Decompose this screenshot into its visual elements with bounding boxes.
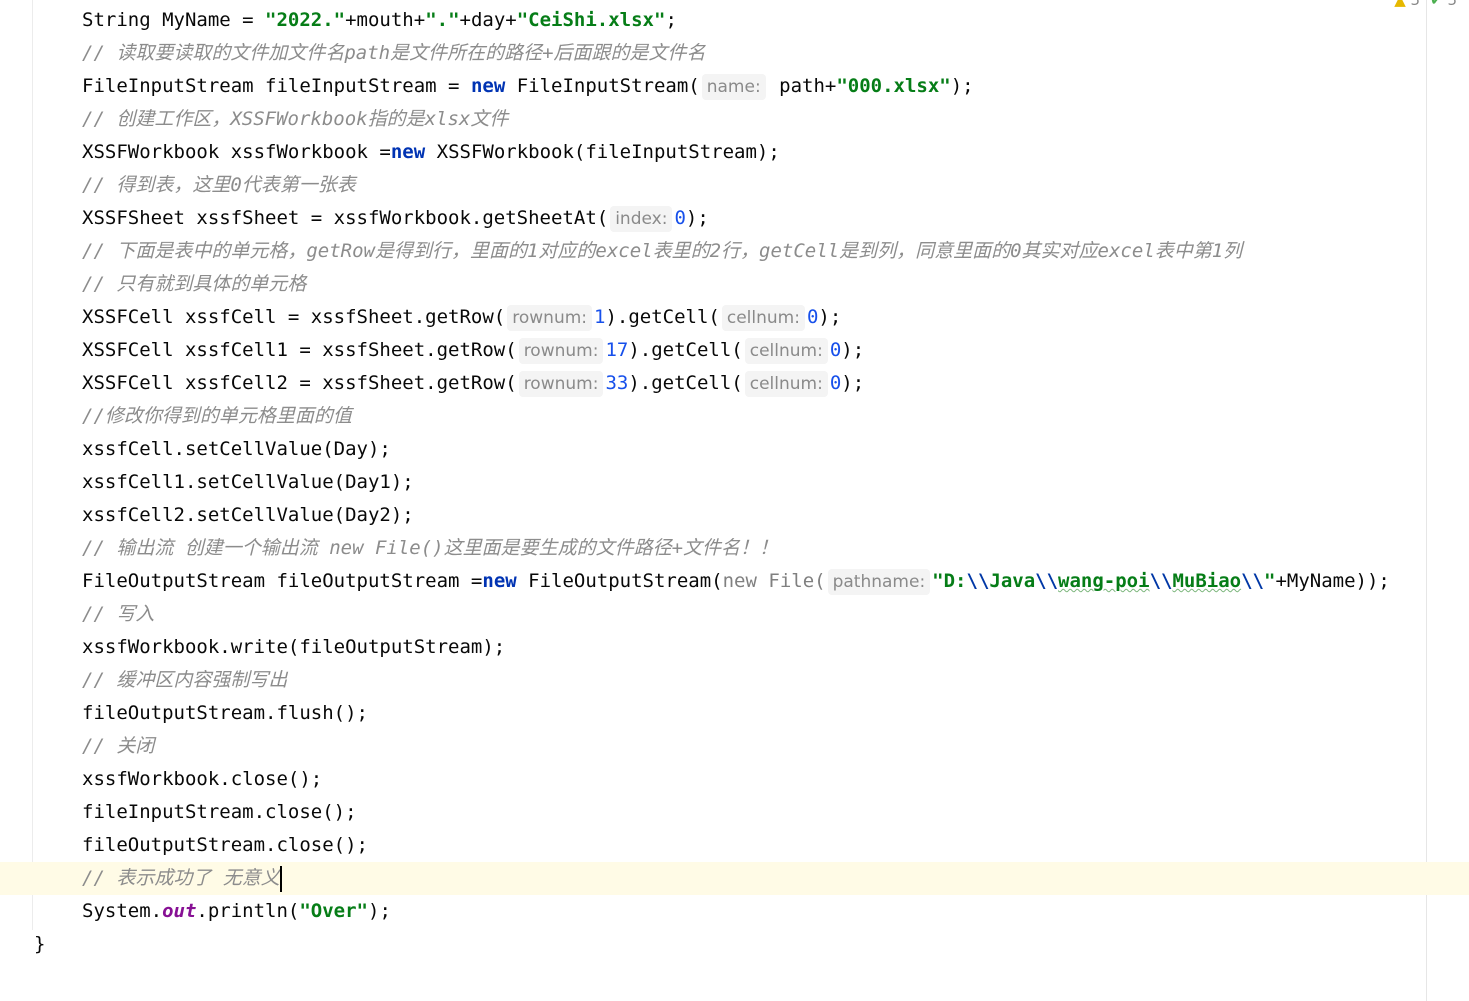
code-line[interactable]: XSSFWorkbook xssfWorkbook =new XSSFWorkb…: [0, 136, 1469, 169]
parameter-hint: index:: [610, 206, 673, 232]
code-line[interactable]: FileInputStream fileInputStream = new Fi…: [0, 70, 1469, 103]
parameter-hint: rownum:: [518, 371, 604, 397]
parameter-hint: pathname:: [827, 569, 931, 595]
parameter-hint: cellnum:: [721, 305, 805, 331]
code-line[interactable]: System.out.println("Over");: [0, 895, 1469, 928]
text-caret: [279, 865, 282, 892]
comment-line[interactable]: // 写入: [0, 598, 1469, 631]
code-line[interactable]: fileOutputStream.flush();: [0, 697, 1469, 730]
comment-line[interactable]: // 创建工作区，XSSFWorkbook指的是xlsx文件: [0, 103, 1469, 136]
current-line[interactable]: // 表示成功了 无意义: [0, 862, 1469, 895]
closing-brace-line[interactable]: }: [0, 928, 1469, 961]
code-line[interactable]: XSSFCell xssfCell2 = xssfSheet.getRow(ro…: [0, 367, 1469, 400]
code-line[interactable]: XSSFCell xssfCell1 = xssfSheet.getRow(ro…: [0, 334, 1469, 367]
comment-line[interactable]: // 下面是表中的单元格，getRow是得到行，里面的1对应的excel表里的2…: [0, 235, 1469, 268]
code-line[interactable]: fileOutputStream.close();: [0, 829, 1469, 862]
comment-line[interactable]: //修改你得到的单元格里面的值: [0, 400, 1469, 433]
code-line[interactable]: xssfCell1.setCellValue(Day1);: [0, 466, 1469, 499]
comment-line[interactable]: // 得到表，这里0代表第一张表: [0, 169, 1469, 202]
comment-line[interactable]: // 缓冲区内容强制写出: [0, 664, 1469, 697]
parameter-hint: rownum:: [507, 305, 593, 331]
parameter-hint: rownum:: [518, 338, 604, 364]
parameter-hint: name:: [701, 74, 766, 100]
code-line[interactable]: xssfCell.setCellValue(Day);: [0, 433, 1469, 466]
comment-line[interactable]: // 读取要读取的文件加文件名path是文件所在的路径+后面跟的是文件名: [0, 37, 1469, 70]
comment-line[interactable]: // 输出流 创建一个输出流 new File()这里面是要生成的文件路径+文件…: [0, 532, 1469, 565]
code-line[interactable]: xssfCell2.setCellValue(Day2);: [0, 499, 1469, 532]
code-line[interactable]: String MyName = "2022."+mouth+"."+day+"C…: [0, 4, 1469, 37]
parameter-hint: cellnum:: [744, 371, 828, 397]
code-line[interactable]: xssfWorkbook.close();: [0, 763, 1469, 796]
code-line[interactable]: xssfWorkbook.write(fileOutputStream);: [0, 631, 1469, 664]
code-line[interactable]: XSSFCell xssfCell = xssfSheet.getRow(row…: [0, 301, 1469, 334]
comment-line[interactable]: // 关闭: [0, 730, 1469, 763]
code-line[interactable]: XSSFSheet xssfSheet = xssfWorkbook.getSh…: [0, 202, 1469, 235]
code-line[interactable]: FileOutputStream fileOutputStream =new F…: [0, 565, 1469, 598]
code-editor[interactable]: ▲ 5 ✔ 5 String MyName = "2022."+mouth+".…: [0, 0, 1469, 1001]
comment-line[interactable]: // 只有就到具体的单元格: [0, 268, 1469, 301]
parameter-hint: cellnum:: [744, 338, 828, 364]
code-line[interactable]: fileInputStream.close();: [0, 796, 1469, 829]
